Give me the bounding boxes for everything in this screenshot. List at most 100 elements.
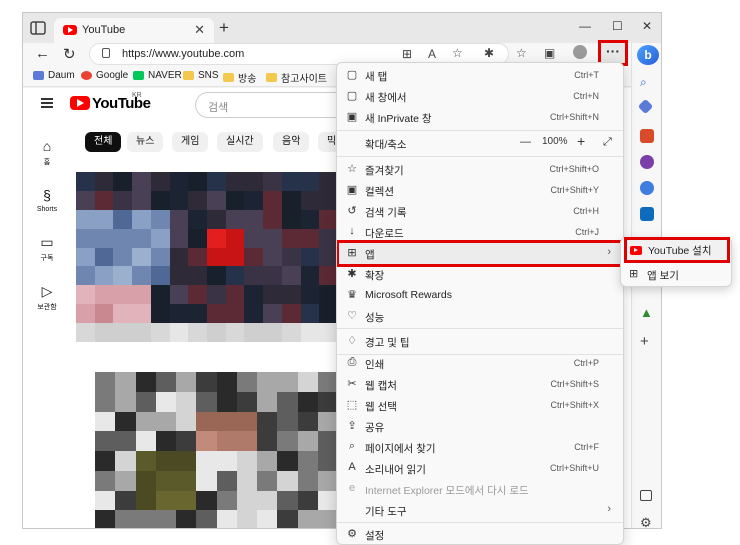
outlook-icon[interactable] <box>640 207 654 221</box>
youtube-search-input[interactable]: 검색 <box>195 92 345 118</box>
menu-apps[interactable]: ⊞ 앱 › <box>337 243 623 264</box>
menu-favorites[interactable]: ☆ 즐겨찾기 Ctrl+Shift+O <box>337 159 623 180</box>
menu-label: 새 창에서 <box>365 92 407 104</box>
tab-actions-icon[interactable] <box>29 20 47 36</box>
tab-strip: YouTube ✕ + — ☐ ✕ <box>23 13 661 43</box>
tree-icon[interactable]: ▲ <box>640 305 654 320</box>
profile-avatar[interactable] <box>573 45 587 59</box>
favorites-star-icon[interactable]: ☆ <box>516 46 527 60</box>
gear-icon[interactable]: ⚙ <box>640 515 654 528</box>
video-thumbnail-blurred[interactable] <box>76 172 338 342</box>
chip-live[interactable]: 실시간 <box>217 132 263 152</box>
minimize-button[interactable]: — <box>579 19 591 33</box>
find-icon: ⌕ <box>348 440 356 452</box>
nav-subscriptions[interactable]: ▭ 구독 <box>23 234 71 263</box>
folder-icon <box>183 71 194 80</box>
menu-new-inprivate[interactable]: ▣ 새 InPrivate 창 Ctrl+Shift+N <box>337 107 623 128</box>
search-icon[interactable]: ⌕ <box>640 75 654 89</box>
menu-read-aloud[interactable]: A 소리내어 읽기 Ctrl+Shift+U <box>337 458 623 479</box>
menu-label: 검색 기록 <box>365 207 407 219</box>
bookmark-naver[interactable]: NAVER <box>133 70 182 81</box>
fullscreen-icon[interactable]: ⤢ <box>603 136 612 149</box>
menu-label: 공유 <box>365 422 385 434</box>
bookmark-label: Daum <box>48 70 75 81</box>
close-window-button[interactable]: ✕ <box>642 19 652 33</box>
menu-label: 설정 <box>365 530 385 542</box>
menu-new-window[interactable]: ▢ 새 창에서 Ctrl+N <box>337 86 623 107</box>
games-icon[interactable] <box>640 155 654 169</box>
menu-web-select[interactable]: ⬚ 웹 선택 Ctrl+Shift+X <box>337 395 623 416</box>
chip-all[interactable]: 전체 <box>85 132 122 152</box>
chip-games[interactable]: 게임 <box>172 132 209 152</box>
settings-and-more-menu: ▢ 새 탭 Ctrl+T ▢ 새 창에서 Ctrl+N ▣ 새 InPrivat… <box>336 62 624 545</box>
refresh-button[interactable]: ↻ <box>63 45 76 63</box>
tab-close-icon[interactable]: ✕ <box>194 22 205 38</box>
youtube-app-icon <box>630 246 642 255</box>
video-thumbnail-blurred[interactable] <box>95 372 338 528</box>
submenu-view-apps[interactable]: ⊞ 앱 보기 <box>621 264 733 286</box>
menu-alerts-tips[interactable]: ♢ 경고 및 팁 <box>337 331 623 352</box>
chip-news[interactable]: 뉴스 <box>127 132 164 152</box>
tab-youtube[interactable]: YouTube ✕ <box>54 18 214 43</box>
menu-label: 새 탭 <box>365 71 388 83</box>
menu-label: 경고 및 팁 <box>365 337 410 349</box>
nav-library[interactable]: ▷ 보관함 <box>23 283 71 312</box>
menu-shortcut: Ctrl+Shift+S <box>550 379 599 389</box>
settings-icon: ⚙ <box>347 528 357 540</box>
menu-history[interactable]: ↺ 검색 기록 Ctrl+H <box>337 201 623 222</box>
performance-icon: ♡ <box>347 310 357 322</box>
bookmark-folder-sns[interactable]: SNS <box>183 70 219 81</box>
m365-icon[interactable] <box>640 181 654 195</box>
menu-shortcut: Ctrl+F <box>574 442 599 452</box>
install-youtube-highlight[interactable]: YouTube 설치 <box>624 237 730 263</box>
search-placeholder: 검색 <box>208 102 229 114</box>
menu-collections[interactable]: ▣ 컬렉션 Ctrl+Shift+Y <box>337 180 623 201</box>
menu-label: 즐겨찾기 <box>365 165 404 177</box>
menu-settings[interactable]: ⚙ 설정 <box>337 524 623 544</box>
nav-shorts[interactable]: § Shorts <box>23 187 71 213</box>
new-tab-button[interactable]: + <box>219 18 229 38</box>
tab-title: YouTube <box>82 24 126 36</box>
read-aloud-address-icon[interactable]: A <box>428 47 436 61</box>
maximize-button[interactable]: ☐ <box>612 19 623 33</box>
tools-icon[interactable] <box>640 129 654 143</box>
menu-performance[interactable]: ♡ 성능 <box>337 306 623 327</box>
back-button[interactable]: ← <box>35 45 50 62</box>
print-icon: ⎙ <box>347 356 357 368</box>
menu-find-on-page[interactable]: ⌕ 페이지에서 찾기 Ctrl+F <box>337 437 623 458</box>
menu-shortcut: Ctrl+H <box>573 206 599 216</box>
copilot-icon[interactable]: b <box>637 45 659 65</box>
sidebar-toggle-icon[interactable] <box>640 490 652 501</box>
bookmark-folder-broadcast[interactable]: 방송 <box>223 70 256 85</box>
zoom-in-button[interactable]: + <box>577 133 585 149</box>
menu-divider <box>337 156 623 157</box>
shopping-tag-icon[interactable] <box>637 98 654 115</box>
menu-label: 기타 도구 <box>365 506 407 518</box>
menu-new-tab[interactable]: ▢ 새 탭 Ctrl+T <box>337 65 623 86</box>
menu-label: 새 InPrivate 창 <box>365 113 432 125</box>
add-sidebar-icon[interactable]: + <box>640 333 654 350</box>
rewards-icon: ♛ <box>347 289 357 301</box>
menu-rewards[interactable]: ♛ Microsoft Rewards <box>337 285 623 306</box>
menu-more-tools[interactable]: 기타 도구 › <box>337 500 623 521</box>
bookmark-daum[interactable]: Daum <box>33 70 75 81</box>
menu-downloads[interactable]: ↓ 다운로드 Ctrl+J <box>337 222 623 243</box>
collections-icon[interactable]: ▣ <box>544 46 555 60</box>
menu-extensions[interactable]: ✱ 확장 <box>337 264 623 285</box>
nav-home[interactable]: ⌂ 홈 <box>23 138 71 167</box>
menu-print[interactable]: ⎙ 인쇄 Ctrl+P <box>337 353 623 374</box>
menu-shortcut: Ctrl+P <box>573 358 599 368</box>
youtube-logo-icon[interactable] <box>70 96 90 110</box>
chip-music[interactable]: 음악 <box>273 132 310 152</box>
menu-web-capture[interactable]: ✂ 웹 캡처 Ctrl+Shift+S <box>337 374 623 395</box>
add-favorite-icon[interactable]: ☆ <box>452 46 463 60</box>
menu-shortcut: Ctrl+Shift+U <box>549 463 599 473</box>
extensions-puzzle-icon[interactable]: ✱ <box>484 46 494 60</box>
hamburger-menu-icon[interactable] <box>41 98 53 108</box>
bookmark-folder-reference[interactable]: 참고사이트 <box>266 70 327 85</box>
zoom-out-button[interactable]: — <box>520 136 531 148</box>
apps-grid-icon: ⊞ <box>629 268 639 280</box>
app-available-icon[interactable]: ⊞ <box>402 47 412 61</box>
bookmark-google[interactable]: Google <box>81 70 128 81</box>
menu-share[interactable]: ⇪ 공유 <box>337 416 623 437</box>
